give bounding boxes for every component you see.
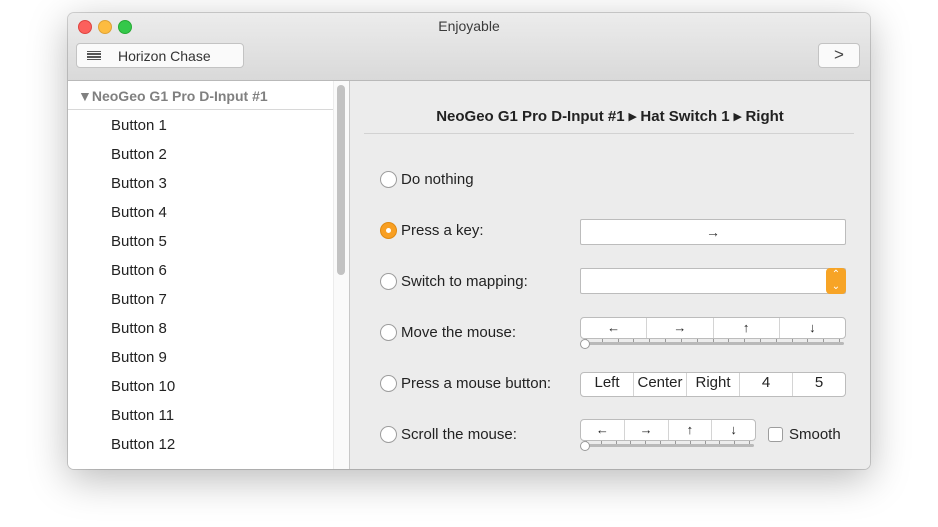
device-tree: ▼NeoGeo G1 Pro D-Input #1 Button 1 Button… <box>68 81 350 469</box>
mouse-button-segment[interactable]: Right <box>687 373 740 396</box>
tree-item[interactable]: Button 3 <box>111 173 175 202</box>
tree-item[interactable]: Button 12 <box>111 434 175 463</box>
chevron-updown-icon: ⌃ ⌄ <box>826 268 846 294</box>
app-window: Enjoyable Horizon Chase > ▼NeoGeo G1 Pro… <box>68 13 870 469</box>
list-icon <box>87 50 101 61</box>
move-direction-segment[interactable]: ← <box>581 318 648 338</box>
divider <box>364 133 854 134</box>
mouse-button-segment[interactable]: 5 <box>793 373 845 396</box>
move-direction-segment[interactable]: → <box>647 318 714 338</box>
option-do-nothing[interactable]: Do nothing <box>380 171 474 188</box>
radio-switch-mapping[interactable] <box>380 273 397 290</box>
option-switch-mapping[interactable]: Switch to mapping: <box>380 273 528 290</box>
scrollbar-thumb[interactable] <box>337 85 345 275</box>
scroll-direction-segment[interactable]: ↓ <box>712 420 755 440</box>
tree-item[interactable]: Button 5 <box>111 231 175 260</box>
move-speed-slider[interactable] <box>582 342 844 345</box>
divider <box>68 109 335 110</box>
smooth-checkbox[interactable] <box>768 427 783 442</box>
scroll-speed-slider[interactable] <box>582 444 754 447</box>
radio-press-key[interactable] <box>380 222 397 239</box>
tree-item[interactable]: Button 6 <box>111 260 175 289</box>
radio-scroll-mouse[interactable] <box>380 426 397 443</box>
tree-item[interactable]: Button 2 <box>111 144 175 173</box>
move-direction-control[interactable]: ← → ↑ ↓ <box>580 317 846 339</box>
option-label: Do nothing <box>401 171 474 188</box>
next-button[interactable]: > <box>818 43 860 68</box>
tree-item[interactable]: Button 1 <box>111 115 175 144</box>
tree-item[interactable]: Button 4 <box>111 202 175 231</box>
option-label: Press a mouse button: <box>401 375 552 392</box>
mapping-label: Horizon Chase <box>118 47 211 64</box>
mouse-button-segment[interactable]: 4 <box>740 373 793 396</box>
action-panel: NeoGeo G1 Pro D-Input #1 ▸ Hat Switch 1 … <box>350 81 870 469</box>
breadcrumb: NeoGeo G1 Pro D-Input #1 ▸ Hat Switch 1 … <box>436 108 784 125</box>
disclosure-triangle-icon[interactable]: ▼ <box>78 88 92 104</box>
device-group[interactable]: ▼NeoGeo G1 Pro D-Input #1 <box>78 88 268 104</box>
option-press-mouse[interactable]: Press a mouse button: <box>380 375 551 392</box>
sidebar-scrollbar[interactable] <box>333 81 349 469</box>
move-direction-segment[interactable]: ↓ <box>780 318 845 338</box>
option-move-mouse[interactable]: Move the mouse: <box>380 324 516 341</box>
tree-item[interactable]: Button 9 <box>111 347 175 376</box>
scroll-direction-segment[interactable]: ← <box>581 420 625 440</box>
tree-items: Button 1 Button 2 Button 3 Button 4 Button 5… <box>111 115 175 463</box>
radio-do-nothing[interactable] <box>380 171 397 188</box>
scroll-speed-knob[interactable] <box>580 441 590 451</box>
tree-item[interactable]: Button 7 <box>111 289 175 318</box>
tree-item[interactable]: Button 10 <box>111 376 175 405</box>
option-label: Press a key: <box>401 222 484 239</box>
mouse-button-control[interactable]: Left Center Right 4 5 <box>580 372 846 397</box>
mouse-button-segment[interactable]: Center <box>634 373 687 396</box>
mouse-button-segment[interactable]: Left <box>581 373 634 396</box>
radio-move-mouse[interactable] <box>380 324 397 341</box>
mapping-select[interactable]: ⌃ ⌄ <box>580 268 846 294</box>
key-capture-field[interactable]: → <box>580 219 846 245</box>
option-scroll-mouse[interactable]: Scroll the mouse: <box>380 426 517 443</box>
tree-item[interactable]: Button 11 <box>111 405 175 434</box>
radio-press-mouse[interactable] <box>380 375 397 392</box>
move-direction-segment[interactable]: ↑ <box>714 318 780 338</box>
scroll-direction-control[interactable]: ← → ↑ ↓ <box>580 419 756 441</box>
mapping-list-button[interactable]: Horizon Chase <box>76 43 244 68</box>
option-label: Switch to mapping: <box>401 273 528 290</box>
smooth-label: Smooth <box>789 426 841 443</box>
device-name: NeoGeo G1 Pro D-Input #1 <box>91 88 268 104</box>
move-speed-knob[interactable] <box>580 339 590 349</box>
tree-item[interactable]: Button 8 <box>111 318 175 347</box>
scroll-direction-segment[interactable]: ↑ <box>669 420 713 440</box>
option-label: Scroll the mouse: <box>401 426 517 443</box>
option-press-key[interactable]: Press a key: <box>380 222 484 239</box>
titlebar: Enjoyable Horizon Chase > <box>68 13 870 81</box>
scroll-direction-segment[interactable]: → <box>625 420 669 440</box>
option-label: Move the mouse: <box>401 324 517 341</box>
window-title: Enjoyable <box>438 18 500 34</box>
